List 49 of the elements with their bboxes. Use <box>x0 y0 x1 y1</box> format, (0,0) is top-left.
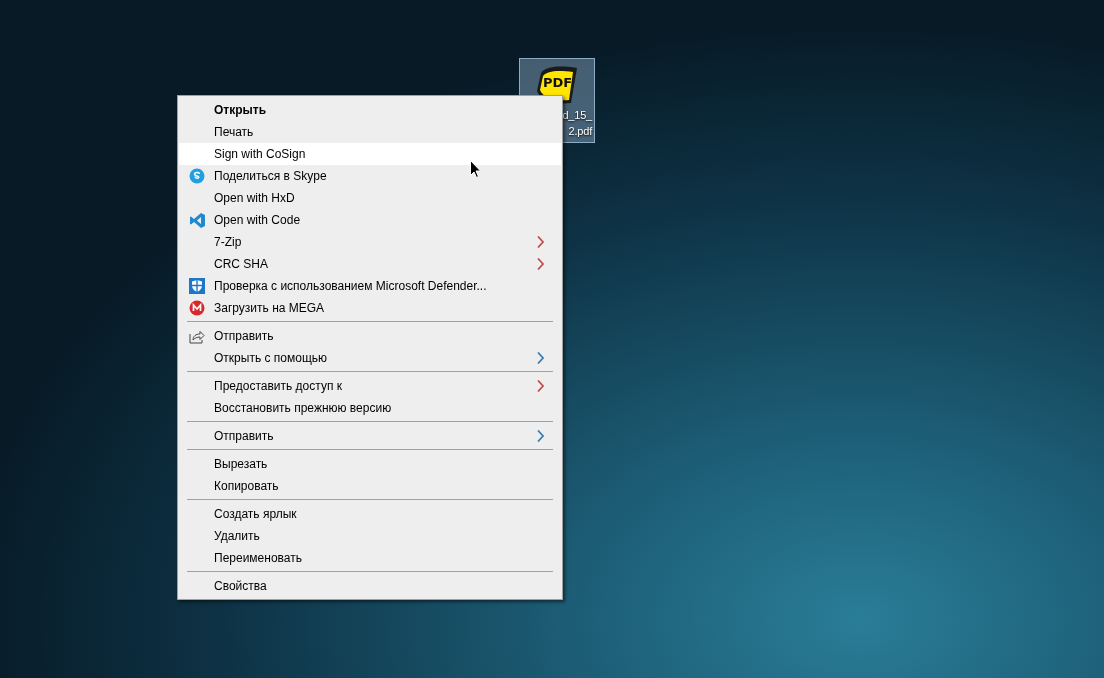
menu-label: Печать <box>214 125 255 139</box>
menu-label: 7-Zip <box>214 235 243 249</box>
menu-item[interactable]: Поделиться в Skype <box>179 165 561 187</box>
code-icon <box>188 211 206 229</box>
menu-item[interactable]: Открыть с помощью <box>179 347 561 369</box>
menu-label: Создать ярлык <box>214 507 298 521</box>
menu-label: Отправить <box>214 329 275 343</box>
menu-item[interactable]: Удалить <box>179 525 561 547</box>
share-icon <box>189 328 205 344</box>
menu-item[interactable]: Предоставить доступ к <box>179 375 561 397</box>
menu-item[interactable]: Восстановить прежнюю версию <box>179 397 561 419</box>
skype-icon <box>189 168 205 184</box>
menu-item[interactable]: Свойства <box>179 575 561 597</box>
menu-item[interactable]: Sign with CoSign <box>179 143 561 165</box>
mouse-pointer-icon <box>470 160 481 178</box>
menu-label: Открыть с помощью <box>214 351 328 365</box>
menu-label: Вырезать <box>214 457 269 471</box>
menu-label: Загрузить на MEGA <box>214 301 326 315</box>
menu-item[interactable]: CRC SHA <box>179 253 561 275</box>
menu-label: Проверка с использованием Microsoft Defender... <box>214 279 488 293</box>
menu-label: Open with Code <box>214 213 302 227</box>
menu-label: Sign with CoSign <box>214 147 307 161</box>
menu-label: Open with HxD <box>214 191 296 205</box>
menu-item[interactable]: Open with Code <box>179 209 561 231</box>
file-name: 2.pdf <box>568 124 592 139</box>
menu-item[interactable]: Копировать <box>179 475 561 497</box>
menu-item[interactable]: Создать ярлык <box>179 503 561 525</box>
menu-item[interactable]: Отправить <box>179 325 561 347</box>
menu-item[interactable]: Вырезать <box>179 453 561 475</box>
menu-item[interactable]: Проверка с использованием Microsoft Defender... <box>179 275 561 297</box>
menu-label: Копировать <box>214 479 280 493</box>
menu-item[interactable]: Загрузить на MEGA <box>179 297 561 319</box>
menu-item[interactable]: 7-Zip <box>179 231 561 253</box>
menu-label: Свойства <box>214 579 268 593</box>
file-name: d_15_ <box>562 108 592 123</box>
menu-item[interactable]: Open with HxD <box>179 187 561 209</box>
menu-item[interactable]: Отправить <box>179 425 561 447</box>
menu-label: CRC SHA <box>214 257 269 271</box>
menu-item[interactable]: Переименовать <box>179 547 561 569</box>
menu-item[interactable]: Печать <box>179 121 561 143</box>
shield-icon <box>189 278 205 294</box>
menu-label: Удалить <box>214 529 261 543</box>
menu-label: Отправить <box>214 429 275 443</box>
menu-label: Открыть <box>214 103 268 117</box>
menu-label: Предоставить доступ к <box>214 379 343 393</box>
mega-icon <box>189 300 205 316</box>
menu-label: Переименовать <box>214 551 303 565</box>
menu-label: Поделиться в Skype <box>214 169 328 183</box>
menu-label: Восстановить прежнюю версию <box>214 401 393 415</box>
